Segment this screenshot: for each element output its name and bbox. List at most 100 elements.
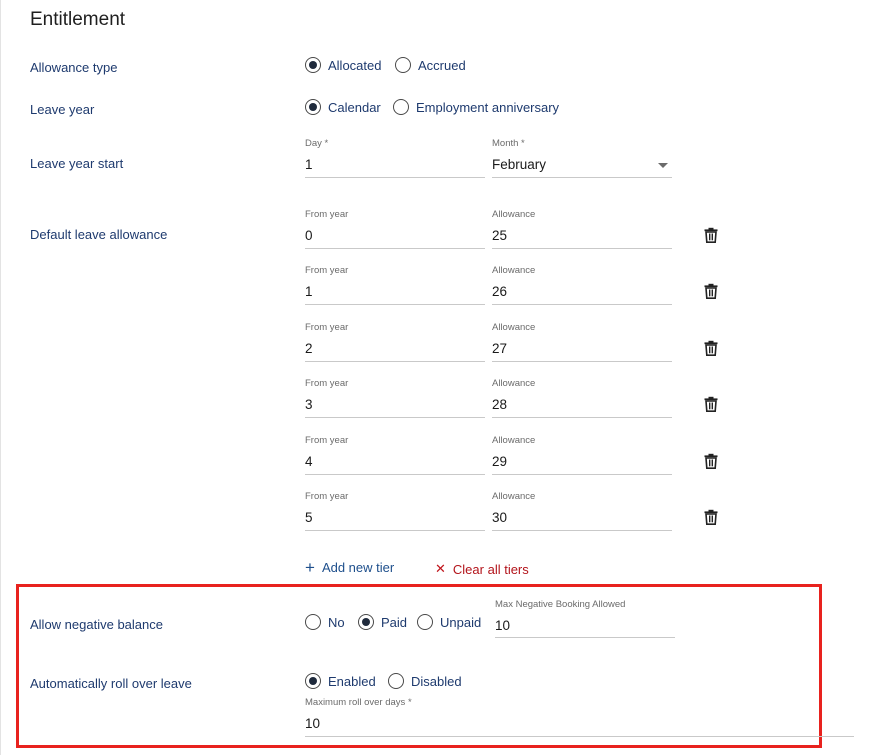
allowance-value: 29	[492, 454, 508, 469]
month-value: February	[492, 157, 547, 172]
radio-paid-label: Paid	[381, 614, 408, 630]
from-year-caption: From year	[305, 322, 349, 333]
radio-calendar-label: Calendar	[328, 99, 381, 115]
from-year-field[interactable]: From year 2	[305, 322, 485, 362]
allowance-field[interactable]: Allowance 27	[492, 322, 672, 362]
radio-unpaid-label: Unpaid	[440, 614, 482, 630]
roll-over-label: Automatically roll over leave	[30, 676, 192, 691]
from-year-field[interactable]: From year 1	[305, 265, 485, 305]
delete-tier-button[interactable]	[704, 396, 718, 417]
allowance-caption: Allowance	[492, 378, 536, 389]
trash-icon	[704, 283, 718, 299]
max-roll-over-days-caption: Maximum roll over days *	[305, 697, 412, 708]
allowance-field[interactable]: Allowance 26	[492, 265, 672, 305]
radio-disabled[interactable]: Disabled	[388, 673, 462, 689]
close-icon: ✕	[435, 561, 446, 576]
from-year-caption: From year	[305, 265, 349, 276]
from-year-field[interactable]: From year 4	[305, 435, 485, 475]
radio-employment-anniversary[interactable]: Employment anniversary	[393, 99, 559, 115]
month-select[interactable]: Month * February	[492, 138, 672, 178]
leave-year-start-label: Leave year start	[30, 156, 124, 171]
from-year-caption: From year	[305, 209, 349, 220]
from-year-field[interactable]: From year 3	[305, 378, 485, 418]
delete-tier-button[interactable]	[704, 227, 718, 248]
radio-no[interactable]: No	[305, 614, 345, 630]
allow-negative-balance-label: Allow negative balance	[30, 617, 163, 632]
allowance-type-label: Allowance type	[30, 60, 118, 75]
max-negative-booking-field[interactable]: Max Negative Booking Allowed 10	[495, 599, 675, 638]
allowance-field[interactable]: Allowance 29	[492, 435, 672, 475]
trash-icon	[704, 227, 718, 243]
allowance-field[interactable]: Allowance 25	[492, 209, 672, 249]
radio-accrued-indicator	[395, 57, 411, 73]
delete-tier-button[interactable]	[704, 283, 718, 304]
from-year-value: 2	[305, 341, 313, 356]
radio-unpaid[interactable]: Unpaid	[417, 614, 481, 630]
from-year-value: 1	[305, 284, 313, 299]
day-value: 1	[305, 157, 313, 172]
from-year-value: 0	[305, 228, 313, 243]
radio-paid[interactable]: Paid	[358, 614, 407, 630]
default-leave-allowance-label: Default leave allowance	[30, 227, 168, 242]
day-caption: Day *	[305, 138, 329, 149]
radio-enabled[interactable]: Enabled	[305, 673, 376, 689]
plus-icon: +	[305, 558, 315, 577]
leave-year-label: Leave year	[30, 102, 95, 117]
radio-accrued[interactable]: Accrued	[395, 57, 466, 73]
from-year-value: 5	[305, 510, 313, 525]
clear-all-tiers-label: Clear all tiers	[452, 561, 529, 577]
from-year-value: 3	[305, 397, 313, 412]
add-new-tier-label: Add new tier	[321, 560, 395, 575]
trash-icon	[704, 396, 718, 412]
allowance-value: 27	[492, 341, 508, 356]
max-negative-booking-value: 10	[495, 618, 511, 633]
allowance-value: 25	[492, 228, 508, 243]
radio-allocated-indicator	[305, 57, 321, 73]
delete-tier-button[interactable]	[704, 340, 718, 361]
allowance-caption: Allowance	[492, 209, 536, 220]
radio-unpaid-indicator	[417, 614, 433, 630]
from-year-field[interactable]: From year 5	[305, 491, 485, 531]
month-caption: Month *	[492, 138, 525, 149]
allowance-caption: Allowance	[492, 435, 536, 446]
allowance-caption: Allowance	[492, 265, 536, 276]
radio-calendar[interactable]: Calendar	[305, 99, 381, 115]
from-year-field[interactable]: From year 0	[305, 209, 485, 249]
radio-enabled-label: Enabled	[328, 673, 376, 689]
radio-no-label: No	[328, 614, 345, 630]
radio-paid-indicator	[358, 614, 374, 630]
from-year-caption: From year	[305, 435, 349, 446]
radio-enabled-indicator	[305, 673, 321, 689]
radio-allocated[interactable]: Allocated	[305, 57, 381, 73]
clear-all-tiers-button[interactable]: ✕ Clear all tiers	[435, 561, 529, 577]
trash-icon	[704, 509, 718, 525]
radio-calendar-indicator	[305, 99, 321, 115]
allowance-field[interactable]: Allowance 30	[492, 491, 672, 531]
max-roll-over-days-value: 10	[305, 716, 321, 731]
allowance-caption: Allowance	[492, 322, 536, 333]
radio-disabled-indicator	[388, 673, 404, 689]
section-title: Entitlement	[30, 9, 126, 30]
allowance-field[interactable]: Allowance 28	[492, 378, 672, 418]
max-negative-booking-caption: Max Negative Booking Allowed	[495, 599, 626, 610]
radio-employment-anniversary-label: Employment anniversary	[416, 99, 560, 115]
allowance-caption: Allowance	[492, 491, 536, 502]
trash-icon	[704, 453, 718, 469]
chevron-down-icon	[658, 163, 668, 168]
from-year-value: 4	[305, 454, 313, 469]
radio-no-indicator	[305, 614, 321, 630]
from-year-caption: From year	[305, 378, 349, 389]
allowance-value: 30	[492, 510, 508, 525]
radio-disabled-label: Disabled	[411, 673, 462, 689]
day-field[interactable]: Day * 1	[305, 138, 485, 178]
allowance-value: 28	[492, 397, 508, 412]
add-new-tier-button[interactable]: + Add new tier	[305, 558, 395, 577]
trash-icon	[704, 340, 718, 356]
left-border	[0, 0, 1, 755]
max-roll-over-days-field[interactable]: Maximum roll over days * 10	[305, 697, 854, 737]
delete-tier-button[interactable]	[704, 453, 718, 474]
from-year-caption: From year	[305, 491, 349, 502]
allowance-value: 26	[492, 284, 508, 299]
radio-allocated-label: Allocated	[328, 57, 382, 73]
delete-tier-button[interactable]	[704, 509, 718, 530]
